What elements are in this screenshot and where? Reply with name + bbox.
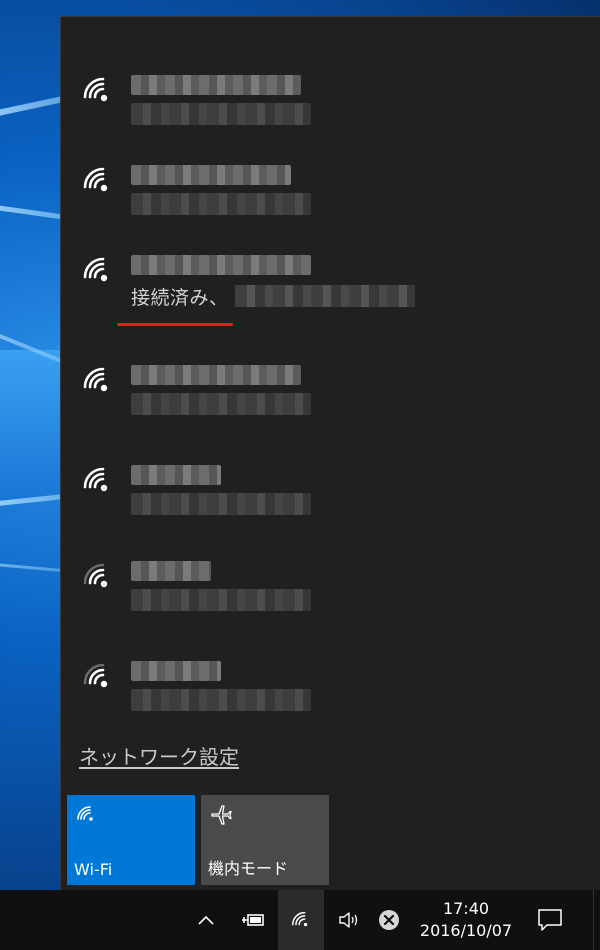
wifi-signal-full-icon <box>81 75 117 111</box>
network-item-1[interactable] <box>61 33 600 125</box>
network-detail-redacted <box>131 103 311 125</box>
network-detail-redacted <box>131 589 311 611</box>
taskbar: 17:40 2016/10/07 <box>0 890 600 950</box>
show-hidden-icons-button[interactable] <box>190 890 222 950</box>
network-item-4[interactable] <box>61 323 600 415</box>
volume-icon <box>337 910 361 930</box>
clock-date: 2016/10/07 <box>419 921 513 940</box>
chevron-up-icon <box>197 914 215 926</box>
clock-time: 17:40 <box>442 899 490 918</box>
wifi-signal-full-icon <box>81 465 117 501</box>
wifi-icon <box>290 909 312 931</box>
wifi-icon <box>75 803 99 827</box>
network-name-redacted <box>131 165 291 185</box>
network-settings-link[interactable]: ネットワーク設定 <box>79 741 239 770</box>
notification-icon <box>537 908 563 932</box>
network-detail-redacted <box>131 193 311 215</box>
network-name-redacted <box>131 661 221 681</box>
wifi-toggle-button[interactable]: Wi-Fi <box>67 795 195 885</box>
network-name-redacted <box>131 465 221 485</box>
wifi-signal-medium-icon <box>81 561 117 597</box>
network-name-redacted <box>131 75 301 95</box>
quick-actions: Wi-Fi 機内モード <box>67 795 329 885</box>
network-item-5[interactable] <box>61 423 600 515</box>
wifi-signal-medium-icon <box>81 661 117 697</box>
network-detail-redacted <box>131 393 311 415</box>
airplane-icon <box>209 803 233 827</box>
action-center-button[interactable] <box>530 890 570 950</box>
wifi-toggle-label: Wi-Fi <box>74 860 113 879</box>
network-tray-button[interactable] <box>278 890 324 950</box>
volume-button[interactable] <box>332 890 366 950</box>
network-detail-redacted <box>234 285 415 307</box>
taskbar-clock[interactable]: 17:40 2016/10/07 <box>408 890 524 950</box>
network-name-redacted <box>131 255 311 275</box>
network-detail-redacted <box>131 689 311 711</box>
wifi-signal-full-icon <box>81 365 117 401</box>
error-status-button[interactable] <box>372 890 406 950</box>
airplane-mode-button[interactable]: 機内モード <box>201 795 329 885</box>
network-item-2[interactable] <box>61 123 600 215</box>
power-status-button[interactable] <box>236 890 270 950</box>
network-item-7[interactable] <box>61 619 600 711</box>
connection-status: 接続済み、 <box>131 283 415 309</box>
show-desktop-button[interactable] <box>593 890 600 950</box>
airplane-mode-label: 機内モード <box>208 859 289 878</box>
network-item-6[interactable] <box>61 519 600 611</box>
wifi-signal-full-icon <box>81 165 117 201</box>
wallpaper-pane <box>0 350 60 500</box>
network-name-redacted <box>131 561 211 581</box>
power-icon <box>241 912 265 928</box>
network-detail-redacted <box>131 493 311 515</box>
network-name-redacted <box>131 365 301 385</box>
network-flyout: 接続済み、 ネットワーク設定 Wi-Fi 機内モード <box>60 16 600 890</box>
connected-status-label: 接続済み、 <box>131 286 229 309</box>
wifi-signal-full-icon <box>81 255 117 291</box>
error-icon <box>378 909 400 931</box>
